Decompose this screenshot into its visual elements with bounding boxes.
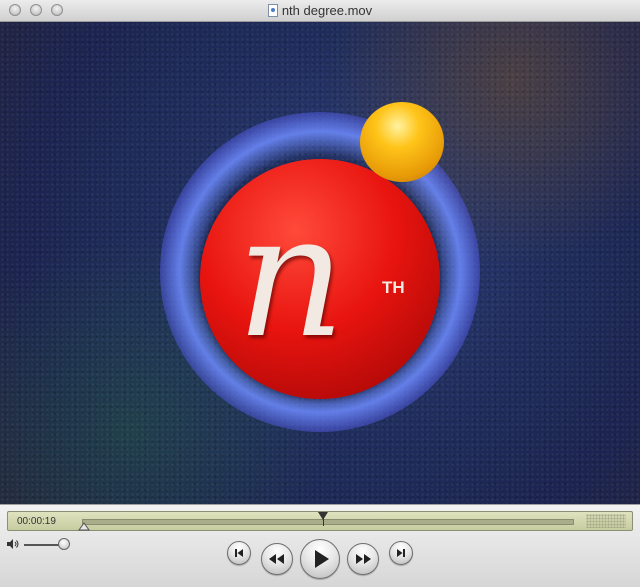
play-icon [315, 550, 329, 568]
logo-superscript: TH [382, 278, 405, 297]
rewind-button[interactable] [261, 543, 293, 575]
volume-slider-knob[interactable] [58, 538, 70, 550]
fast-forward-icon [356, 554, 371, 564]
controller-bar: 00:00:19 [0, 504, 640, 587]
logo-letter: n [236, 178, 346, 376]
video-frame[interactable]: n TH [0, 22, 640, 504]
quicktime-window: nth degree.mov n TH 00:00:19 [0, 0, 640, 587]
skip-to-start-icon [235, 549, 243, 557]
timeline[interactable]: 00:00:19 [7, 511, 633, 531]
play-button[interactable] [300, 539, 340, 579]
playhead-line [323, 518, 325, 526]
volume-icon[interactable] [6, 538, 20, 550]
skip-to-start-button[interactable] [227, 541, 251, 565]
rewind-icon [269, 554, 284, 564]
time-display: 00:00:19 [17, 516, 56, 527]
selection-start-marker-icon[interactable] [77, 521, 91, 531]
skip-to-end-icon [397, 549, 405, 557]
movie-file-icon [267, 4, 278, 17]
fast-forward-button[interactable] [347, 543, 379, 575]
window-title: nth degree.mov [281, 3, 373, 18]
title-bar[interactable]: nth degree.mov [0, 0, 640, 22]
window-title-area: nth degree.mov [0, 3, 640, 18]
resize-grip [586, 514, 626, 528]
logo-gold-orb [360, 102, 444, 182]
skip-to-end-button[interactable] [389, 541, 413, 565]
